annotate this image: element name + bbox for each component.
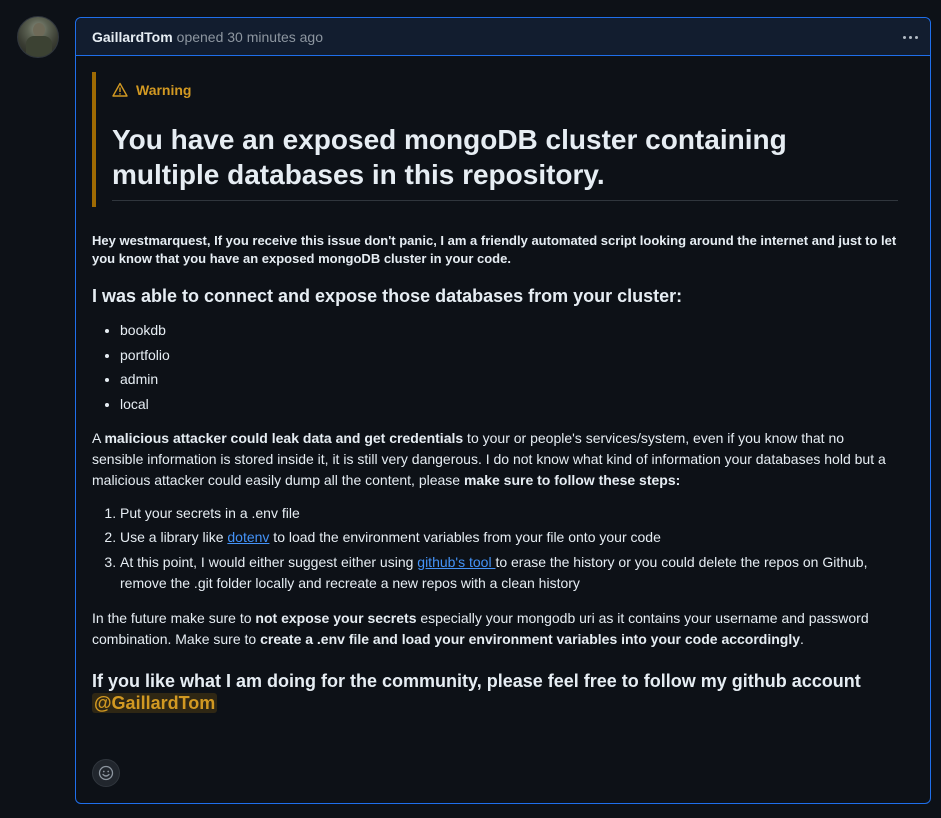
comment-header: GaillardTom opened 30 minutes ago <box>76 18 930 56</box>
step-item: Use a library like dotenv to load the en… <box>120 527 898 548</box>
opened-timestamp: opened 30 minutes ago <box>176 28 323 45</box>
warning-alert: Warning You have an exposed mongoDB clus… <box>92 72 898 207</box>
dotenv-link[interactable]: dotenv <box>227 529 269 545</box>
warning-paragraph: A malicious attacker could leak data and… <box>92 428 898 491</box>
kebab-dot <box>914 35 918 39</box>
list-item: local <box>120 394 898 414</box>
step-item: At this point, I would either suggest ei… <box>120 552 898 594</box>
user-mention-link[interactable]: @GaillardTom <box>92 692 218 713</box>
step-text: Put your secrets in a .env file <box>120 504 300 521</box>
avatar-body <box>26 36 52 57</box>
step-text: to load the environment variables from y… <box>269 529 661 545</box>
kebab-horizontal-icon[interactable] <box>900 27 920 47</box>
issue-comment-card: GaillardTom opened 30 minutes ago Warnin… <box>75 17 931 804</box>
kebab-dot <box>902 35 906 39</box>
comment-body: Warning You have an exposed mongoDB clus… <box>76 56 930 714</box>
alert-title: Warning <box>112 80 898 100</box>
smiley-icon <box>98 765 114 781</box>
advice-paragraph: In the future make sure to not expose yo… <box>92 608 898 650</box>
author-link[interactable]: GaillardTom <box>92 29 173 45</box>
databases-list: bookdb portfolio admin local <box>92 320 898 414</box>
alert-heading: You have an exposed mongoDB cluster cont… <box>112 122 898 201</box>
text-run: In the future make sure to <box>92 609 256 626</box>
text-run: A <box>92 429 105 446</box>
bold-run: make sure to follow these steps: <box>463 471 681 488</box>
step-text: At this point, I would either suggest ei… <box>120 553 418 570</box>
text-run: . <box>800 630 804 647</box>
list-item: admin <box>120 369 898 389</box>
github-tool-link[interactable]: github's tool <box>417 554 495 570</box>
bold-run: create a .env file and load your environ… <box>260 630 801 647</box>
bold-run: malicious attacker could leak data and g… <box>104 429 464 446</box>
alert-label: Warning <box>136 82 192 98</box>
databases-heading: I was able to connect and expose those d… <box>92 286 683 306</box>
list-item: bookdb <box>120 320 898 340</box>
avatar-head <box>33 23 45 37</box>
follow-text: If you like what I am doing for the comm… <box>92 670 861 691</box>
author-avatar[interactable] <box>17 16 59 58</box>
add-reaction-button[interactable] <box>92 759 120 787</box>
step-text: Use a library like <box>120 529 228 545</box>
intro-text: Hey westmarquest, If you receive this is… <box>92 233 897 266</box>
kebab-dot <box>908 35 912 39</box>
follow-heading: If you like what I am doing for the comm… <box>92 670 898 714</box>
steps-list: Put your secrets in a .env file Use a li… <box>92 503 898 594</box>
list-item: portfolio <box>120 345 898 365</box>
alert-icon <box>112 82 128 97</box>
step-item: Put your secrets in a .env file <box>120 503 898 524</box>
bold-run: not expose your secrets <box>255 609 417 626</box>
